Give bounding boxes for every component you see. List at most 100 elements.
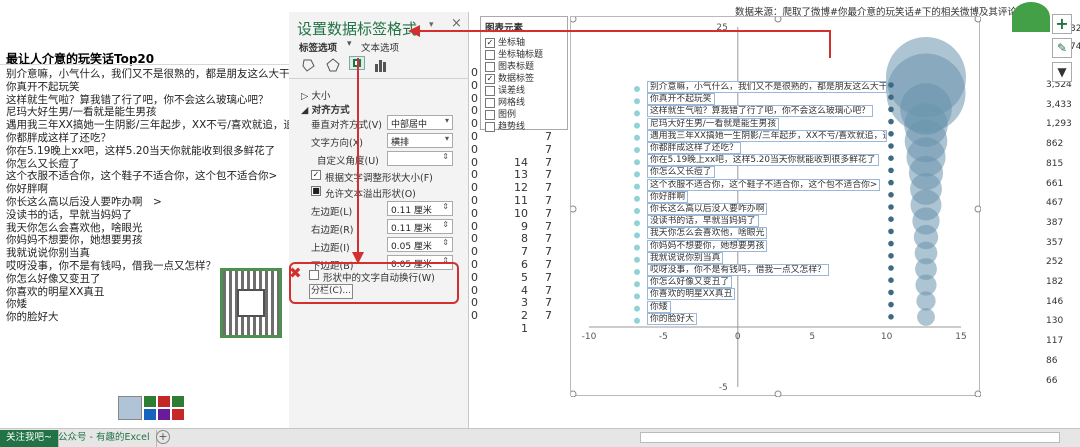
point[interactable] xyxy=(634,110,640,117)
overflow-checkbox[interactable]: ■ xyxy=(311,186,321,196)
horizontal-scrollbar[interactable] xyxy=(640,432,1060,443)
point[interactable] xyxy=(634,195,640,202)
point[interactable] xyxy=(888,301,894,308)
resize-handle[interactable] xyxy=(569,205,577,213)
chart-element-checkbox[interactable] xyxy=(485,61,495,72)
bubble[interactable] xyxy=(916,291,936,311)
resize-handle[interactable] xyxy=(974,205,982,213)
text-dir-select[interactable]: 横排 ▾ xyxy=(387,133,453,148)
point[interactable] xyxy=(888,192,894,198)
resize-handle[interactable] xyxy=(974,390,982,398)
tab-text-options[interactable]: 文本选项 xyxy=(361,40,399,54)
resize-checkbox[interactable]: ✓ xyxy=(311,170,321,180)
chart-element-checkbox[interactable]: ✓ xyxy=(485,37,495,48)
data-label[interactable]: 没读书的话，早就当妈妈了 xyxy=(647,215,759,228)
data-label[interactable]: 你喜欢的明星XX真丑 xyxy=(647,288,736,301)
data-label[interactable]: 你真开不起玩笑 xyxy=(647,93,715,106)
bubble-chart[interactable]: -10-50510152515-5 别介意嘛，小气什么，我们又不是很熟的，都是朋… xyxy=(569,15,982,398)
left-margin-input[interactable]: 0.11 厘米 ⇕ xyxy=(387,201,453,216)
resize-handle[interactable] xyxy=(774,15,782,23)
point[interactable] xyxy=(634,122,640,129)
right-margin-input[interactable]: 0.11 厘米 ⇕ xyxy=(387,219,453,234)
v-align-select[interactable]: 中部居中 ▾ xyxy=(387,115,453,130)
point[interactable] xyxy=(888,277,894,284)
data-label[interactable]: 你长这么高以后没人要咋办啊 xyxy=(647,203,768,215)
point[interactable] xyxy=(888,106,894,113)
data-label[interactable]: 你怎么又长痘了 xyxy=(647,166,715,179)
point[interactable] xyxy=(634,98,640,105)
data-label[interactable]: 这个衣服不适合你，这个鞋子不适合你，这个包不适合你> xyxy=(647,178,881,191)
top-margin-input[interactable]: 0.05 厘米 ⇕ xyxy=(387,237,453,252)
data-label[interactable]: 你在5.19晚上xx吧，这样5.20当天你就能收到很多鲜花了 xyxy=(647,154,879,167)
point[interactable] xyxy=(634,147,640,153)
data-label[interactable]: 我就说说你别当真 xyxy=(647,251,724,264)
point[interactable] xyxy=(634,232,640,239)
point[interactable] xyxy=(888,265,894,271)
tab-label-options[interactable]: 标签选项 xyxy=(299,40,337,54)
data-label[interactable]: 你矮 xyxy=(647,300,671,313)
point[interactable] xyxy=(634,159,640,166)
point[interactable] xyxy=(888,240,894,247)
chart-element-checkbox[interactable] xyxy=(485,85,495,96)
data-label[interactable]: 哎呀没事，你不是有钱吗，借我一点又怎样？ xyxy=(647,264,829,276)
custom-angle-input[interactable]: ⇕ xyxy=(387,151,453,166)
point[interactable] xyxy=(634,208,640,214)
point[interactable] xyxy=(888,155,894,161)
chart-style-icon[interactable]: ✎ xyxy=(1052,38,1072,58)
point[interactable] xyxy=(634,134,640,141)
point[interactable] xyxy=(888,289,894,296)
point[interactable] xyxy=(634,171,640,178)
point[interactable] xyxy=(888,131,894,137)
point[interactable] xyxy=(634,256,640,263)
effects-icon[interactable] xyxy=(325,58,341,72)
point[interactable] xyxy=(888,82,894,88)
fill-line-icon[interactable] xyxy=(301,58,317,72)
point[interactable] xyxy=(888,216,894,222)
point[interactable] xyxy=(888,94,894,100)
point[interactable] xyxy=(634,305,640,312)
data-label[interactable]: 这样就生气啦？算我错了行了吧，你不会这么玻璃心吧？ xyxy=(647,105,873,118)
data-label[interactable]: 你都胖成这样了还吃？ xyxy=(647,142,741,154)
chart-filter-icon[interactable]: ▼ xyxy=(1052,62,1072,82)
wrap-checkbox[interactable] xyxy=(309,270,319,280)
bubble[interactable] xyxy=(917,308,935,326)
data-label[interactable]: 你好胖啊 xyxy=(647,190,689,203)
point[interactable] xyxy=(888,143,894,149)
point[interactable] xyxy=(888,167,894,174)
point[interactable] xyxy=(634,86,640,92)
columns-button[interactable]: 分栏(C)... xyxy=(309,284,353,299)
resize-handle[interactable] xyxy=(974,15,982,23)
close-icon[interactable]: × xyxy=(451,16,462,31)
point[interactable] xyxy=(888,253,894,259)
chart-element-checkbox[interactable] xyxy=(485,49,495,60)
point[interactable] xyxy=(888,314,894,320)
resize-handle[interactable] xyxy=(774,390,782,398)
data-label[interactable]: 你怎么好像又变丑了 xyxy=(647,276,733,289)
data-label[interactable]: 你妈妈不想要你，她想要男孩 xyxy=(647,239,768,252)
data-label[interactable]: 我天你怎么会喜欢他，啥眼光 xyxy=(647,227,768,240)
point[interactable] xyxy=(634,220,640,227)
section-align[interactable]: ◢ 对齐方式 xyxy=(301,102,350,116)
section-size[interactable]: ▷ 大小 xyxy=(301,88,330,102)
point[interactable] xyxy=(634,317,640,324)
chart-element-checkbox[interactable] xyxy=(485,109,495,120)
point[interactable] xyxy=(888,204,894,210)
chart-element-checkbox[interactable] xyxy=(485,121,495,132)
point[interactable] xyxy=(634,293,640,300)
resize-handle[interactable] xyxy=(569,15,577,23)
sheet-tab-2[interactable]: 公众号 - 有趣的Excel xyxy=(52,430,157,447)
point[interactable] xyxy=(888,228,894,235)
point[interactable] xyxy=(634,269,640,275)
data-label[interactable]: 遇用我三年XX搞她一生阴影/三年起步，XX不亏/喜欢就追，追不到就XX xyxy=(647,129,887,142)
chart-element-item[interactable]: 趋势线 xyxy=(485,119,525,132)
chart-element-checkbox[interactable] xyxy=(485,97,495,108)
point[interactable] xyxy=(888,179,894,186)
data-label[interactable]: 尼玛大好生男/一看就是能生男孩 xyxy=(647,117,780,130)
point[interactable] xyxy=(634,244,640,251)
add-sheet-icon[interactable]: + xyxy=(156,430,170,444)
data-label[interactable]: 你的脸好大 xyxy=(647,312,697,325)
add-element-icon[interactable]: + xyxy=(1052,14,1072,34)
label-options-icon[interactable] xyxy=(373,58,389,72)
point[interactable] xyxy=(634,183,640,190)
sheet-tab-1[interactable]: 关注我吧~ xyxy=(0,430,59,447)
